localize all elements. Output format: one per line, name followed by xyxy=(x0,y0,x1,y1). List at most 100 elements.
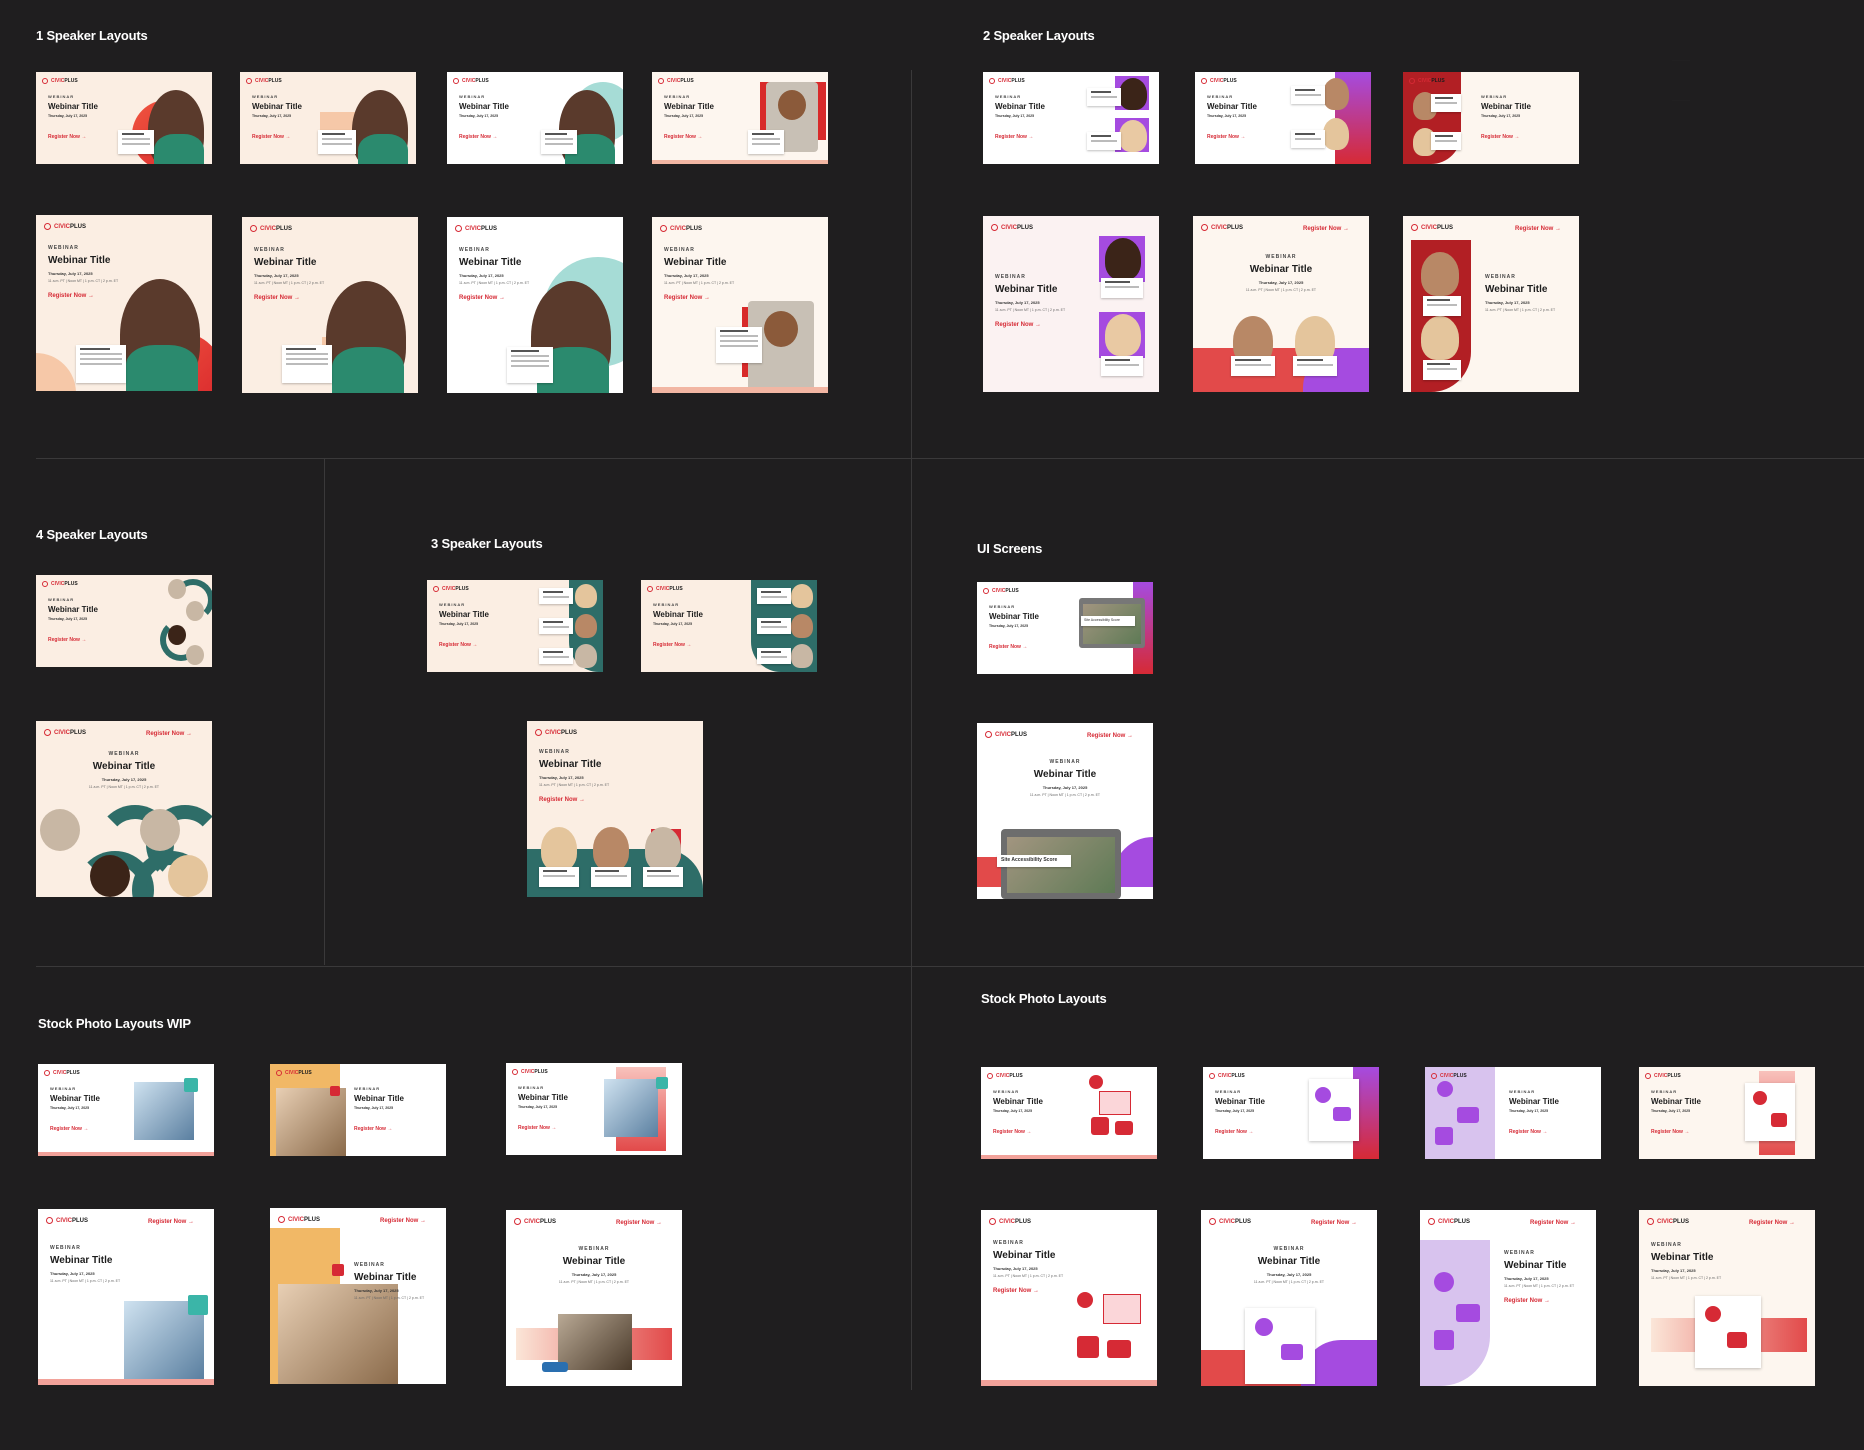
webinar-card-1s-landscape-2[interactable]: CIVICPLUS WEBINAR Webinar Title Thursday… xyxy=(240,72,416,164)
webinar-card-stock-landscape-1[interactable]: CIVICPLUS WEBINAR Webinar Title Thursday… xyxy=(981,1067,1157,1159)
brand-logo: CIVICPLUS xyxy=(54,729,87,736)
register-link[interactable]: Register Now → xyxy=(664,134,702,140)
brand-logo: CIVICPLUS xyxy=(260,225,293,232)
webinar-card-2s-landscape-2[interactable]: CIVICPLUS WEBINAR Webinar Title Thursday… xyxy=(1195,72,1371,164)
webinar-card-ui-landscape[interactable]: Site Accessibility Score CIVICPLUS WEBIN… xyxy=(977,582,1153,674)
webinar-card-ui-square[interactable]: Site Accessibility Score CIVICPLUS Regis… xyxy=(977,723,1153,899)
webinar-card-stock-landscape-2[interactable]: CIVICPLUS WEBINAR Webinar Title Thursday… xyxy=(1203,1067,1379,1159)
webinar-card-2s-landscape-1[interactable]: CIVICPLUS WEBINAR Webinar Title Thursday… xyxy=(983,72,1159,164)
eyebrow: WEBINAR xyxy=(664,247,695,253)
register-link[interactable]: Register Now → xyxy=(252,134,290,140)
register-link[interactable]: Register Now → xyxy=(459,134,497,140)
webinar-card-2s-square-3[interactable]: CIVICPLUS Register Now → WEBINAR Webinar… xyxy=(1403,216,1579,392)
webinar-card-stock-square-1[interactable]: CIVICPLUS WEBINAR Webinar Title Thursday… xyxy=(981,1210,1157,1386)
webinar-date: Thursday, July 17, 2025 xyxy=(50,1271,95,1276)
register-link[interactable]: Register Now → xyxy=(1651,1129,1689,1135)
register-link[interactable]: Register Now → xyxy=(1530,1220,1576,1226)
webinar-card-1s-square-1[interactable]: CIVICPLUS WEBINAR Webinar Title Thursday… xyxy=(36,215,212,391)
register-link[interactable]: Register Now → xyxy=(518,1125,556,1131)
webinar-card-1s-square-4[interactable]: CIVICPLUS WEBINAR Webinar Title Thursday… xyxy=(652,217,828,393)
register-link[interactable]: Register Now → xyxy=(1749,1220,1795,1226)
divider-horizontal-top xyxy=(36,458,1864,459)
register-link[interactable]: Register Now → xyxy=(616,1220,662,1226)
brand-logo: CIVICPLUS xyxy=(53,1070,80,1076)
webinar-card-1s-landscape-3[interactable]: CIVICPLUS WEBINAR Webinar Title Thursday… xyxy=(447,72,623,164)
webinar-card-3s-landscape-1[interactable]: CIVICPLUS WEBINAR Webinar Title Thursday… xyxy=(427,580,603,672)
brand-logo: CIVICPLUS xyxy=(521,1069,548,1075)
webinar-card-4s-landscape[interactable]: CIVICPLUS WEBINAR Webinar Title Thursday… xyxy=(36,575,212,667)
register-link[interactable]: Register Now → xyxy=(1207,134,1245,140)
webinar-card-3s-landscape-2[interactable]: CIVICPLUS WEBINAR Webinar Title Thursday… xyxy=(641,580,817,672)
webinar-card-1s-square-3[interactable]: CIVICPLUS WEBINAR Webinar Title Thursday… xyxy=(447,217,623,393)
brand-logo: CIVICPLUS xyxy=(465,225,498,232)
register-link[interactable]: Register Now → xyxy=(1215,1129,1253,1135)
register-link[interactable]: Register Now → xyxy=(354,1126,392,1132)
register-link[interactable]: Register Now → xyxy=(146,731,192,737)
webinar-card-2s-square-1[interactable]: CIVICPLUS WEBINAR Webinar Title Thursday… xyxy=(983,216,1159,392)
brand-logo: CIVICPLUS xyxy=(1438,1218,1471,1225)
register-link[interactable]: Register Now → xyxy=(254,295,300,301)
brand-logo: CIVICPLUS xyxy=(545,729,578,736)
register-link[interactable]: Register Now → xyxy=(664,295,710,301)
webinar-card-stock-square-2[interactable]: CIVICPLUS Register Now → WEBINAR Webinar… xyxy=(1201,1210,1377,1386)
register-link[interactable]: Register Now → xyxy=(148,1219,194,1225)
register-link[interactable]: Register Now → xyxy=(989,644,1027,650)
webinar-card-3s-square[interactable]: CIVICPLUS WEBINAR Webinar Title Thursday… xyxy=(527,721,703,897)
webinar-date: Thursday, July 17, 2025 xyxy=(1509,1109,1549,1113)
webinar-date: Thursday, July 17, 2025 xyxy=(48,271,93,276)
webinar-title: Webinar Title xyxy=(50,1094,100,1103)
register-link[interactable]: Register Now → xyxy=(539,797,585,803)
webinar-date: Thursday, July 17, 2025 xyxy=(354,1106,394,1110)
register-link[interactable]: Register Now → xyxy=(993,1129,1031,1135)
webinar-card-stockwip-landscape-1[interactable]: CIVICPLUS WEBINAR Webinar Title Thursday… xyxy=(38,1064,214,1156)
register-link[interactable]: Register Now → xyxy=(48,134,86,140)
register-link[interactable]: Register Now → xyxy=(993,1288,1039,1294)
register-link[interactable]: Register Now → xyxy=(1515,226,1561,232)
register-link[interactable]: Register Now → xyxy=(1311,1220,1357,1226)
webinar-card-stock-square-3[interactable]: CIVICPLUS Register Now → WEBINAR Webinar… xyxy=(1420,1210,1596,1386)
brand-logo: CIVICPLUS xyxy=(996,1073,1023,1079)
webinar-card-stockwip-square-3[interactable]: CIVICPLUS Register Now → WEBINAR Webinar… xyxy=(506,1210,682,1386)
register-link[interactable]: Register Now → xyxy=(439,642,477,648)
register-link[interactable]: Register Now → xyxy=(1504,1298,1550,1304)
register-link[interactable]: Register Now → xyxy=(1087,733,1133,739)
webinar-card-stock-square-4[interactable]: CIVICPLUS Register Now → WEBINAR Webinar… xyxy=(1639,1210,1815,1386)
register-link[interactable]: Register Now → xyxy=(459,295,505,301)
register-link[interactable]: Register Now → xyxy=(50,1126,88,1132)
register-link[interactable]: Register Now → xyxy=(380,1218,426,1224)
register-link[interactable]: Register Now → xyxy=(1303,226,1349,232)
webinar-title: Webinar Title xyxy=(1504,1260,1567,1271)
register-link[interactable]: Register Now → xyxy=(1509,1129,1547,1135)
register-link[interactable]: Register Now → xyxy=(995,322,1041,328)
webinar-card-1s-landscape-1[interactable]: CIVICPLUS WEBINAR Webinar Title Thursday… xyxy=(36,72,212,164)
webinar-card-stockwip-landscape-3[interactable]: CIVICPLUS WEBINAR Webinar Title Thursday… xyxy=(506,1063,682,1155)
webinar-card-stockwip-landscape-2[interactable]: CIVICPLUS WEBINAR Webinar Title Thursday… xyxy=(270,1064,446,1156)
webinar-card-1s-landscape-4[interactable]: CIVICPLUS WEBINAR Webinar Title Thursday… xyxy=(652,72,828,164)
webinar-card-2s-square-2[interactable]: CIVICPLUS Register Now → WEBINAR Webinar… xyxy=(1193,216,1369,392)
section-title-stock-wip: Stock Photo Layouts WIP xyxy=(38,1016,191,1031)
webinar-date: Thursday, July 17, 2025 xyxy=(459,114,499,118)
webinar-card-1s-square-2[interactable]: CIVICPLUS WEBINAR Webinar Title Thursday… xyxy=(242,217,418,393)
register-link[interactable]: Register Now → xyxy=(48,637,86,643)
brand-logo: CIVICPLUS xyxy=(1001,224,1034,231)
webinar-title: Webinar Title xyxy=(653,610,703,619)
eyebrow: WEBINAR xyxy=(459,247,490,253)
register-link[interactable]: Register Now → xyxy=(995,134,1033,140)
register-link[interactable]: Register Now → xyxy=(653,642,691,648)
webinar-times: 11 a.m. PT | Noon MT | 1 p.m. CT | 2 p.m… xyxy=(558,1280,630,1284)
webinar-card-stockwip-square-2[interactable]: CIVICPLUS Register Now → WEBINAR Webinar… xyxy=(270,1208,446,1384)
webinar-card-stockwip-square-1[interactable]: CIVICPLUS Register Now → WEBINAR Webinar… xyxy=(38,1209,214,1385)
register-link[interactable]: Register Now → xyxy=(1481,134,1519,140)
brand-logo: CIVICPLUS xyxy=(51,78,78,84)
brand-logo: CIVICPLUS xyxy=(670,225,703,232)
eyebrow: WEBINAR xyxy=(1049,759,1081,765)
webinar-card-stock-landscape-3[interactable]: CIVICPLUS WEBINAR Webinar Title Thursday… xyxy=(1425,1067,1601,1159)
webinar-title: Webinar Title xyxy=(995,102,1045,111)
register-link[interactable]: Register Now → xyxy=(48,293,94,299)
webinar-card-stock-landscape-4[interactable]: CIVICPLUS WEBINAR Webinar Title Thursday… xyxy=(1639,1067,1815,1159)
webinar-card-4s-square[interactable]: CIVICPLUS Register Now → WEBINAR Webinar… xyxy=(36,721,212,897)
webinar-card-2s-landscape-3[interactable]: CIVICPLUS WEBINAR Webinar Title Thursday… xyxy=(1403,72,1579,164)
site-score-chip: Site Accessibility Score xyxy=(997,855,1071,867)
webinar-title: Webinar Title xyxy=(518,1093,568,1102)
brand-logo: CIVICPLUS xyxy=(255,78,282,84)
